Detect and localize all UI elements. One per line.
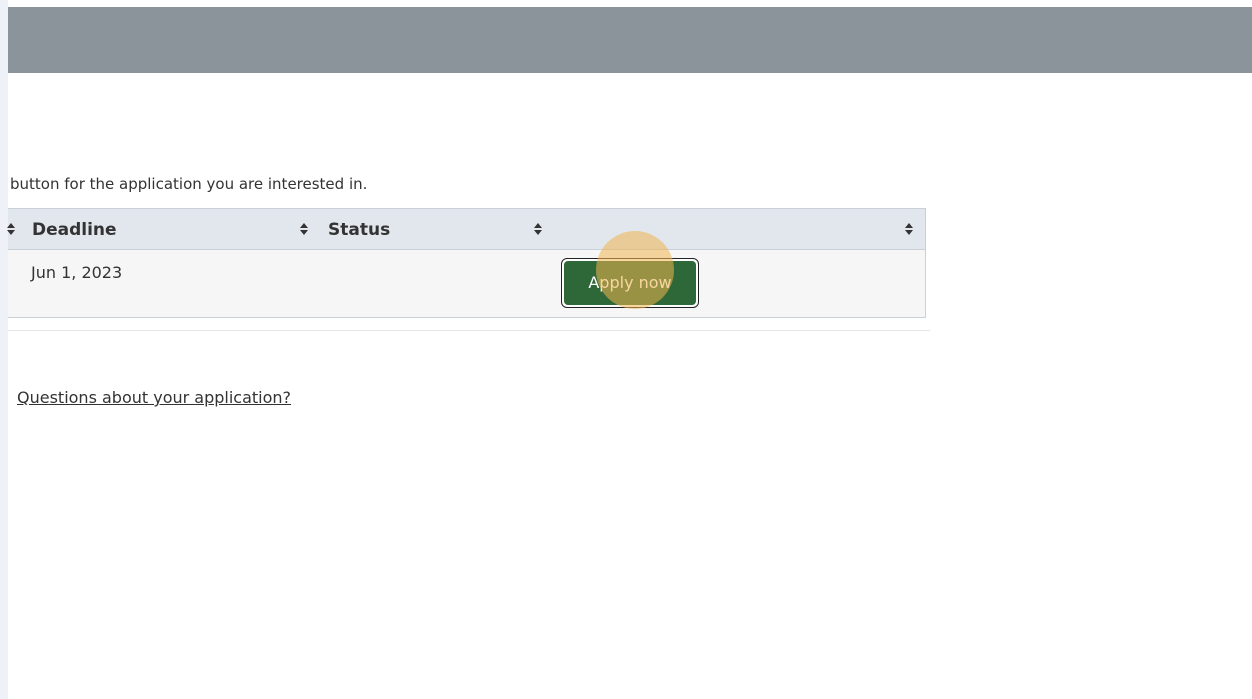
table-header-row: Deadline Status [7, 208, 926, 250]
table-row: Jun 1, 2023 Apply now [8, 250, 926, 318]
column-header-status[interactable]: Status [328, 218, 390, 242]
sort-icon[interactable] [300, 223, 308, 235]
table-divider [8, 330, 930, 331]
top-banner [8, 7, 1252, 73]
sort-icon[interactable] [905, 223, 913, 235]
column-header-deadline[interactable]: Deadline [32, 218, 117, 242]
applications-table: Deadline Status Jun 1, 2023 Apply now [7, 208, 926, 318]
apply-now-label: Apply now [564, 261, 696, 305]
apply-now-button[interactable]: Apply now [561, 258, 699, 308]
sort-icon[interactable] [534, 223, 542, 235]
deadline-cell: Jun 1, 2023 [31, 263, 123, 282]
questions-link[interactable]: Questions about your application? [17, 386, 291, 410]
left-edge-strip [0, 0, 8, 699]
instruction-text: button for the application you are inter… [10, 175, 368, 193]
sort-icon[interactable] [7, 223, 15, 235]
